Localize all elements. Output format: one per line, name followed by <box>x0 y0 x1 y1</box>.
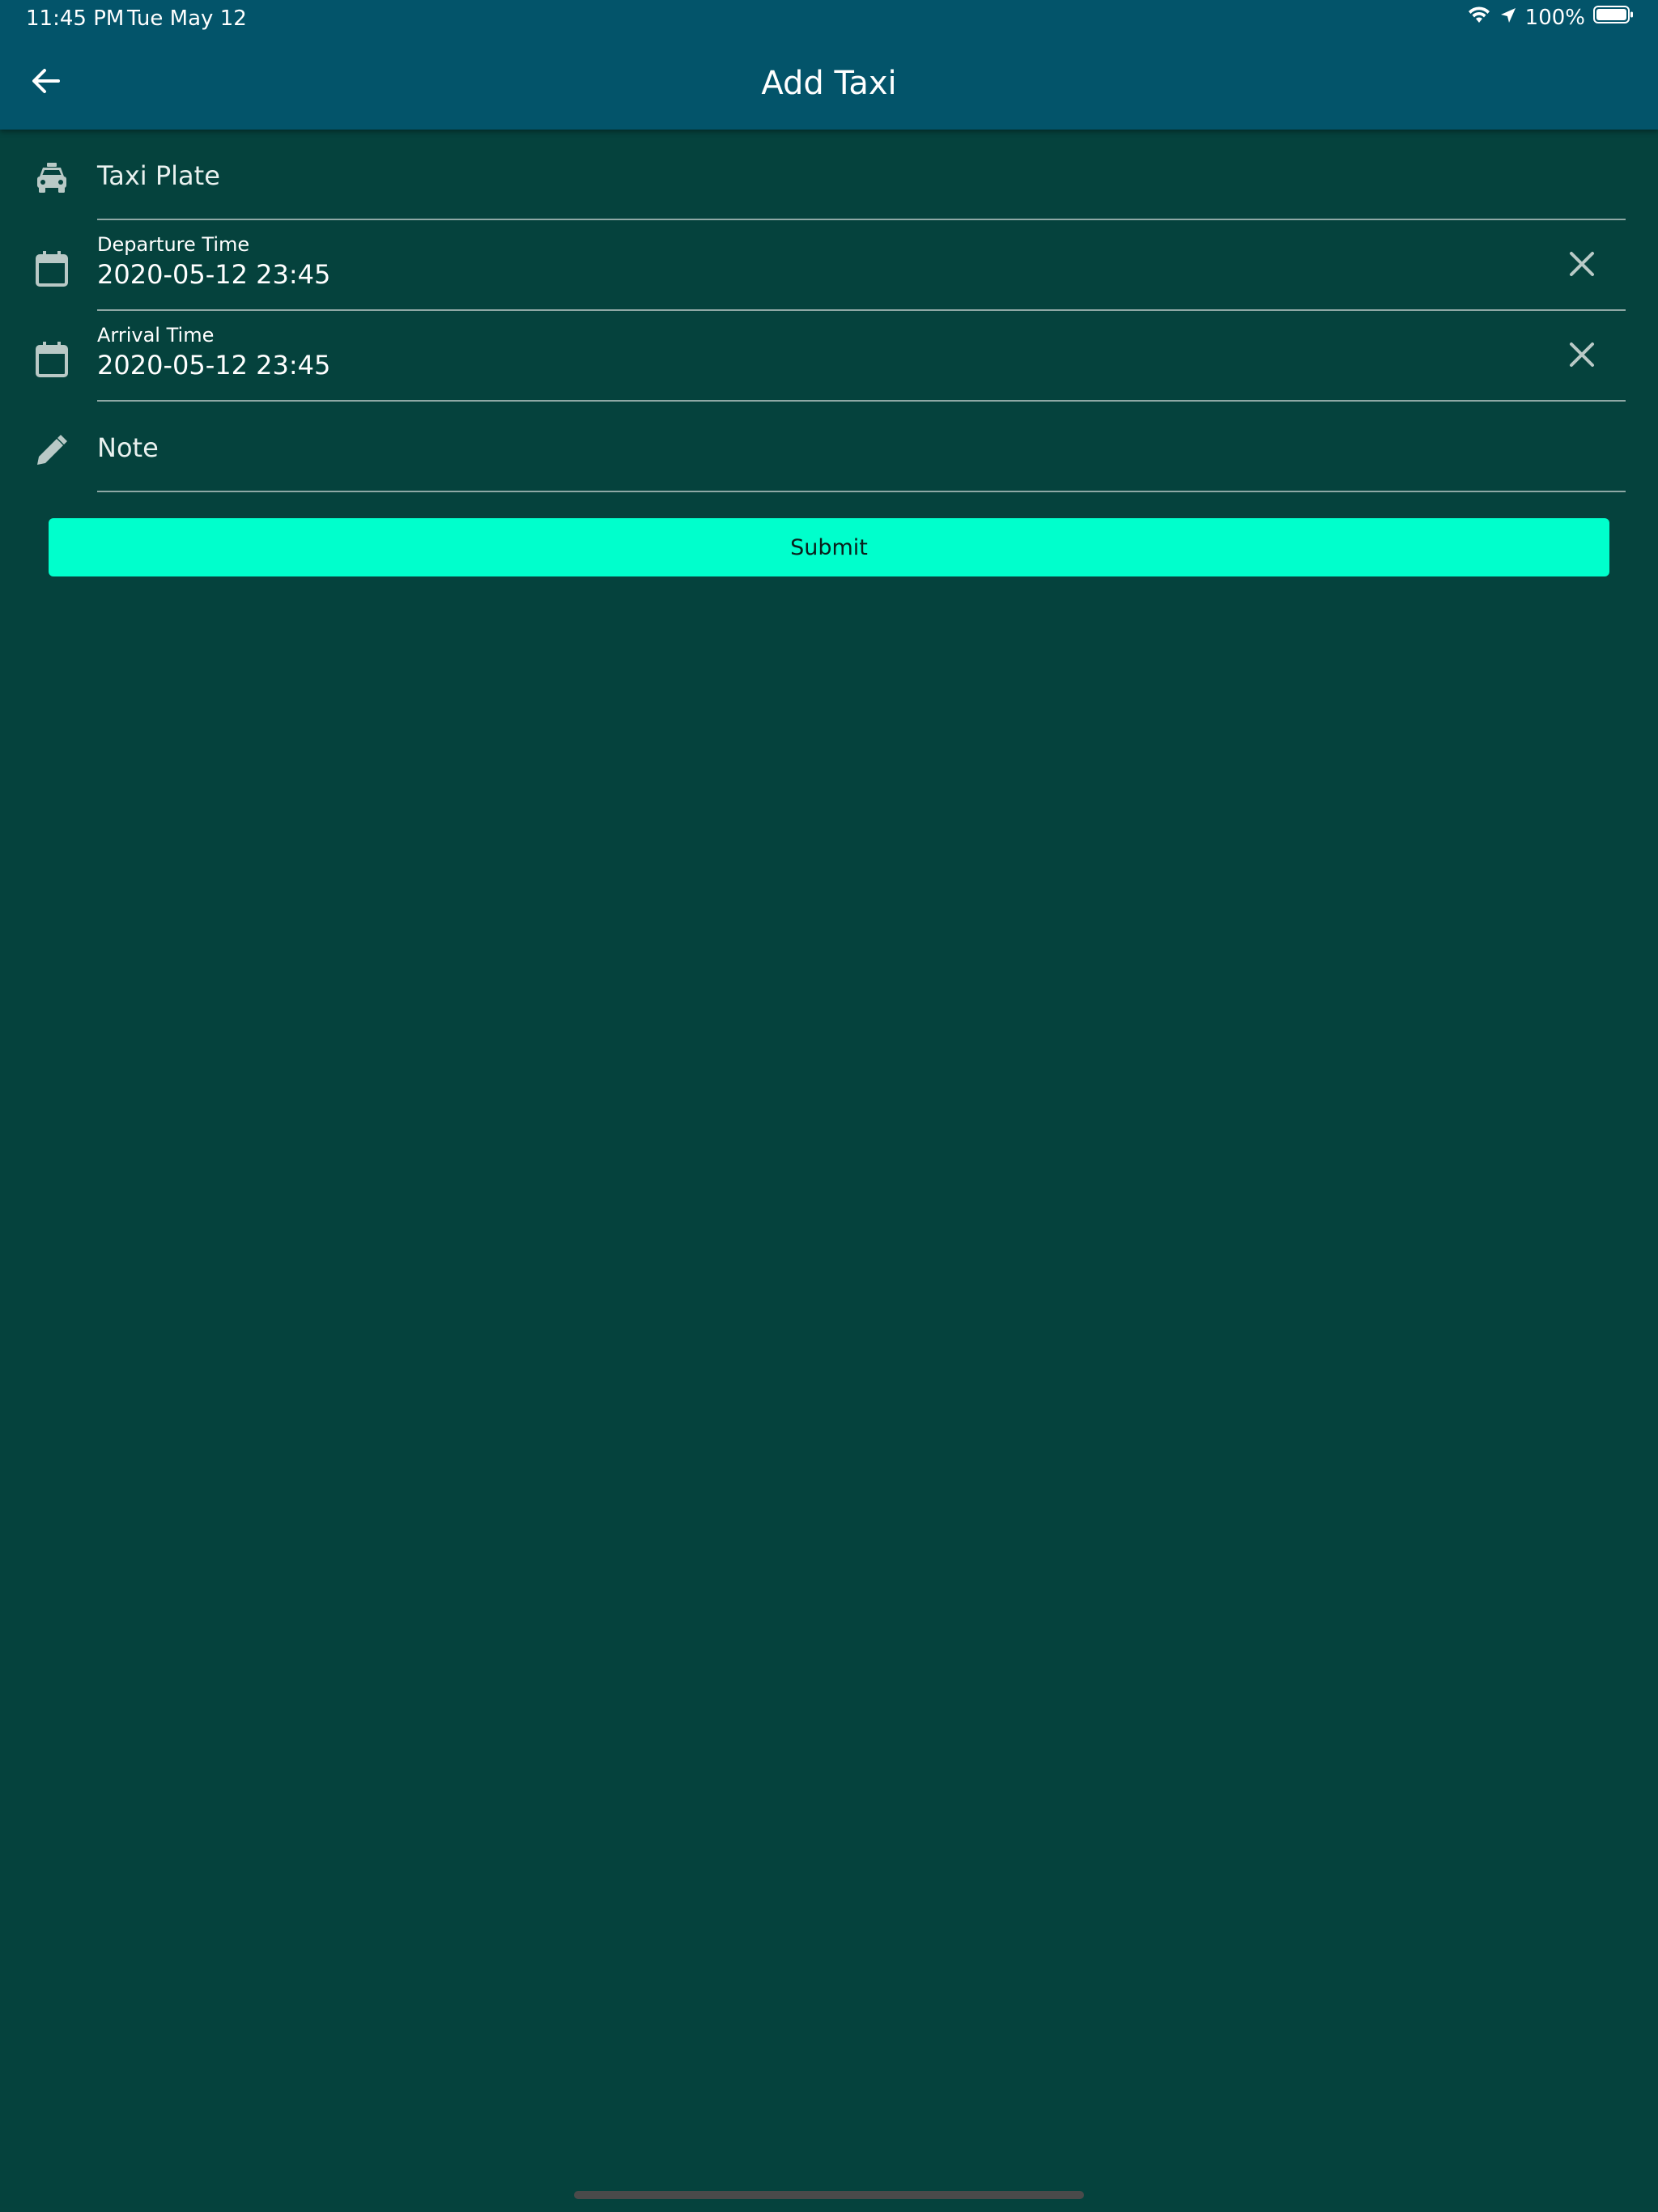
location-arrow-icon <box>1499 6 1517 30</box>
submit-button[interactable]: Submit <box>49 518 1609 576</box>
app-header: 11:45 PM Tue May 12 100% Add Taxi <box>0 0 1658 130</box>
battery-icon <box>1593 5 1634 30</box>
status-date: Tue May 12 <box>127 6 247 31</box>
status-time: 11:45 PM <box>26 6 125 31</box>
battery-percent: 100% <box>1524 5 1585 30</box>
calendar-icon <box>32 340 71 379</box>
taxi-icon <box>32 159 71 198</box>
title-bar: Add Taxi <box>0 39 1658 130</box>
taxi-plate-input[interactable]: Taxi Plate <box>97 130 1626 220</box>
status-indicators: 100% <box>1467 5 1634 30</box>
close-icon[interactable] <box>1564 246 1600 282</box>
note-placeholder: Note <box>97 432 159 463</box>
note-row: Note <box>0 402 1658 492</box>
departure-time-row: Departure Time 2020-05-12 23:45 <box>0 220 1658 311</box>
calendar-icon <box>32 249 71 288</box>
arrival-time-field[interactable]: Arrival Time 2020-05-12 23:45 <box>97 311 1626 402</box>
arrival-time-value: 2020-05-12 23:45 <box>97 350 331 381</box>
departure-time-field[interactable]: Departure Time 2020-05-12 23:45 <box>97 220 1626 311</box>
departure-time-label: Departure Time <box>97 233 250 256</box>
arrival-time-label: Arrival Time <box>97 324 215 347</box>
add-taxi-form: Taxi Plate Departure Time 2020-05-12 23:… <box>0 130 1658 492</box>
wifi-icon <box>1467 5 1491 30</box>
home-indicator <box>574 2191 1084 2199</box>
taxi-plate-placeholder: Taxi Plate <box>97 160 220 191</box>
note-input[interactable]: Note <box>97 402 1626 492</box>
close-icon[interactable] <box>1564 337 1600 372</box>
taxi-plate-row: Taxi Plate <box>0 130 1658 220</box>
departure-time-value: 2020-05-12 23:45 <box>97 259 331 290</box>
page-title: Add Taxi <box>761 65 897 102</box>
status-bar: 11:45 PM Tue May 12 100% <box>0 0 1658 39</box>
pencil-icon <box>32 431 71 470</box>
arrival-time-row: Arrival Time 2020-05-12 23:45 <box>0 311 1658 402</box>
